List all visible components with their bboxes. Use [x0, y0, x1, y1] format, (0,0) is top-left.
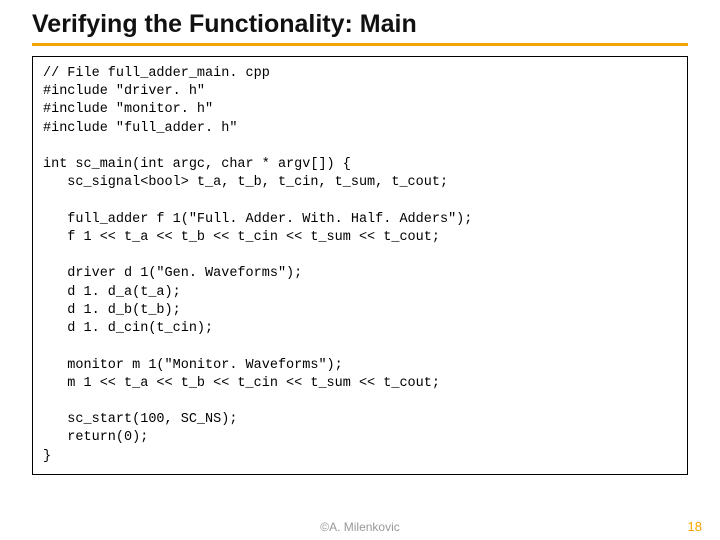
page-number: 18	[688, 519, 702, 534]
code-block: // File full_adder_main. cpp #include "d…	[32, 56, 688, 475]
title-underline	[32, 43, 688, 46]
slide-title: Verifying the Functionality: Main	[32, 10, 688, 39]
footer-copyright: ©A. Milenkovic	[0, 520, 720, 534]
